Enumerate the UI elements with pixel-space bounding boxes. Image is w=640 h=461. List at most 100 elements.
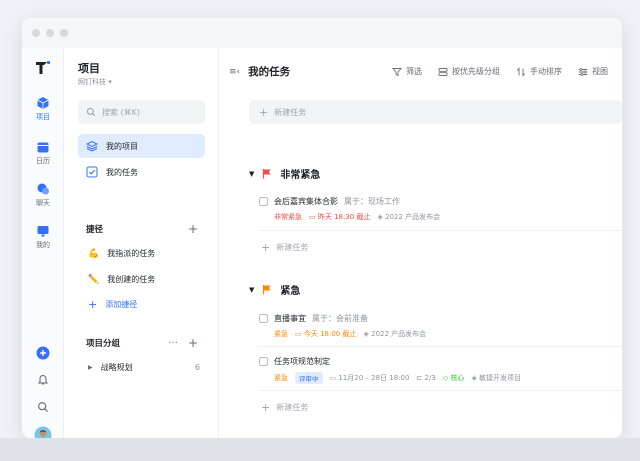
tag[interactable]: ◇ 核心	[443, 373, 465, 383]
shortcuts-section-header: 捷径 +	[86, 222, 198, 236]
add-group-plus-icon[interactable]: +	[188, 336, 198, 350]
project-panel: 项目 网钉科技 ▾ 搜索 (⌘K) 我的项目 我的任务 捷径 + 💪 我指派的任…	[64, 48, 219, 438]
task-item[interactable]: 任务项规范制定 紧急 评审中 ▭ 11月20 – 28日 18:00 ⊏ 2/3…	[259, 356, 622, 384]
subtask-icon: ⊏	[416, 374, 423, 382]
group-header-very-urgent[interactable]: ▼ 非常紧急	[249, 166, 320, 181]
new-task-input[interactable]: + 新建任务	[249, 100, 622, 124]
priority-label: 非常紧急	[274, 213, 302, 221]
add-shortcut-button[interactable]: + 添加捷径	[88, 298, 137, 311]
plus-icon: +	[88, 298, 98, 311]
shortcut-item-assigned[interactable]: 💪 我指派的任务	[88, 248, 155, 259]
group-by-label: 按优先级分组	[452, 67, 500, 76]
main-header: ≡‹ 我的任务	[229, 64, 290, 79]
add-task-button[interactable]: + 新建任务	[261, 241, 308, 254]
view-label: 视图	[592, 67, 608, 76]
project-ref[interactable]: ◈ 敏捷开发项目	[471, 373, 521, 383]
task-item[interactable]: 会后嘉宾集体合影 属于：现场工作 非常紧急 ▭ 昨天 18:30 截止 ◈ 20…	[259, 196, 622, 222]
nav-item-my-tasks[interactable]: 我的任务	[78, 160, 205, 184]
due-date: ▭ 昨天 18:30 截止	[309, 212, 370, 222]
search-input[interactable]: 搜索 (⌘K)	[78, 100, 205, 124]
project-group-strategy[interactable]: ▶ 战略规划 6	[88, 362, 200, 373]
page-title: 我的任务	[248, 66, 291, 78]
plus-icon: +	[261, 241, 271, 254]
view-sliders-icon	[579, 67, 587, 76]
shortcut-label-assigned: 我指派的任务	[107, 249, 156, 258]
toolbar: 筛选 按优先级分组 手动排序 视图	[392, 66, 608, 77]
group-count: 6	[194, 363, 200, 372]
add-task-label: 新建任务	[276, 243, 309, 252]
task-item[interactable]: 直播事宜 属于：会前准备 紧急 ▭ 今天 18:00 截止 ◈ 2022 产品发…	[259, 313, 622, 339]
nav-item-my-projects[interactable]: 我的项目	[78, 134, 205, 158]
project-cube-icon: ◈	[471, 374, 477, 382]
date-range-text: 11月20 – 28日 18:00	[338, 374, 410, 382]
view-button[interactable]: 视图	[578, 66, 608, 77]
shortcut-item-created[interactable]: ✏️ 我创建的任务	[88, 274, 155, 285]
add-shortcut-plus-icon[interactable]: +	[188, 222, 198, 236]
search-icon	[38, 402, 48, 412]
more-options-icon[interactable]: ···	[168, 338, 178, 349]
new-task-placeholder: 新建任务	[274, 107, 307, 117]
rail-item-calendar[interactable]: 日历	[22, 140, 64, 166]
add-shortcut-label: 添加捷径	[105, 300, 138, 309]
sort-button[interactable]: 手动排序	[516, 66, 562, 77]
project-cube-icon	[37, 97, 49, 109]
rail-notifications-button[interactable]	[22, 374, 64, 386]
subtask-count: ⊏ 2/3	[416, 374, 435, 382]
orange-flag-icon	[263, 285, 271, 295]
group-header-urgent[interactable]: ▼ 紧急	[249, 282, 300, 297]
collapse-sidebar-icon[interactable]: ≡‹	[229, 67, 240, 77]
filter-button[interactable]: 筛选	[392, 66, 422, 77]
panel-title: 项目	[78, 62, 100, 75]
add-task-button[interactable]: + 新建任务	[261, 401, 308, 414]
filter-label: 筛选	[406, 67, 422, 76]
workspace-name: 网钉科技	[78, 78, 106, 86]
divider	[259, 390, 622, 391]
rail-add-button[interactable]	[22, 346, 64, 360]
sort-label: 手动排序	[530, 67, 562, 76]
search-icon	[86, 107, 96, 117]
add-task-label: 新建任务	[276, 403, 309, 412]
task-checkbox[interactable]	[259, 197, 268, 206]
rail-label-projects: 项目	[36, 113, 50, 121]
red-flag-icon	[263, 169, 271, 179]
avatar[interactable]	[22, 426, 64, 438]
collapse-triangle-icon[interactable]: ▼	[249, 286, 254, 294]
project-cube-icon: ◈	[377, 213, 383, 221]
divider	[259, 230, 622, 231]
window-close-dot[interactable]	[32, 29, 40, 37]
expand-caret-icon[interactable]: ▶	[88, 364, 93, 371]
rail-search-button[interactable]	[22, 401, 64, 413]
rail-label-calendar: 日历	[36, 157, 50, 165]
title-bar	[22, 18, 622, 48]
project-ref[interactable]: ◈ 2022 产品发布会	[363, 329, 426, 339]
plus-icon: +	[261, 401, 271, 414]
shortcut-label-created: 我创建的任务	[107, 275, 156, 284]
group-label-strategy: 战略规划	[100, 363, 133, 372]
window-maximize-dot[interactable]	[60, 29, 68, 37]
group-by-button[interactable]: 按优先级分组	[438, 66, 500, 77]
subtask-count-text: 2/3	[424, 374, 436, 382]
collapse-triangle-icon[interactable]: ▼	[249, 170, 254, 178]
plus-icon: +	[259, 105, 269, 119]
group-rows-icon	[438, 67, 448, 76]
caret-down-icon: ▾	[108, 78, 112, 86]
rail-item-chat[interactable]: 聊天	[22, 182, 64, 208]
window-minimize-dot[interactable]	[46, 29, 54, 37]
flexed-arm-icon: 💪	[88, 248, 100, 259]
pencil-icon: ✏️	[88, 274, 100, 285]
task-checkbox[interactable]	[259, 314, 268, 323]
project-ref-text: 2022 产品发布会	[371, 330, 427, 338]
project-ref-text: 2022 产品发布会	[385, 213, 441, 221]
sort-arrows-icon	[516, 66, 526, 77]
project-groups-section-header: 项目分组 ··· +	[86, 336, 198, 350]
rail-label-chat: 聊天	[36, 199, 50, 207]
workspace-switcher[interactable]: 网钉科技 ▾	[78, 77, 112, 87]
app-window: 项目 日历 聊天 我的 项目 网钉科技 ▾ 搜索 (⌘K) 我的项目 我的任务 …	[22, 18, 622, 438]
project-ref-text: 敏捷开发项目	[479, 374, 522, 382]
project-ref[interactable]: ◈ 2022 产品发布会	[377, 212, 440, 222]
nav-label-my-projects: 我的项目	[106, 141, 138, 151]
rail-item-projects[interactable]: 项目	[22, 96, 64, 122]
rail-item-mine[interactable]: 我的	[22, 224, 64, 250]
task-checkbox[interactable]	[259, 357, 268, 366]
calendar-icon: ▭	[309, 213, 316, 221]
